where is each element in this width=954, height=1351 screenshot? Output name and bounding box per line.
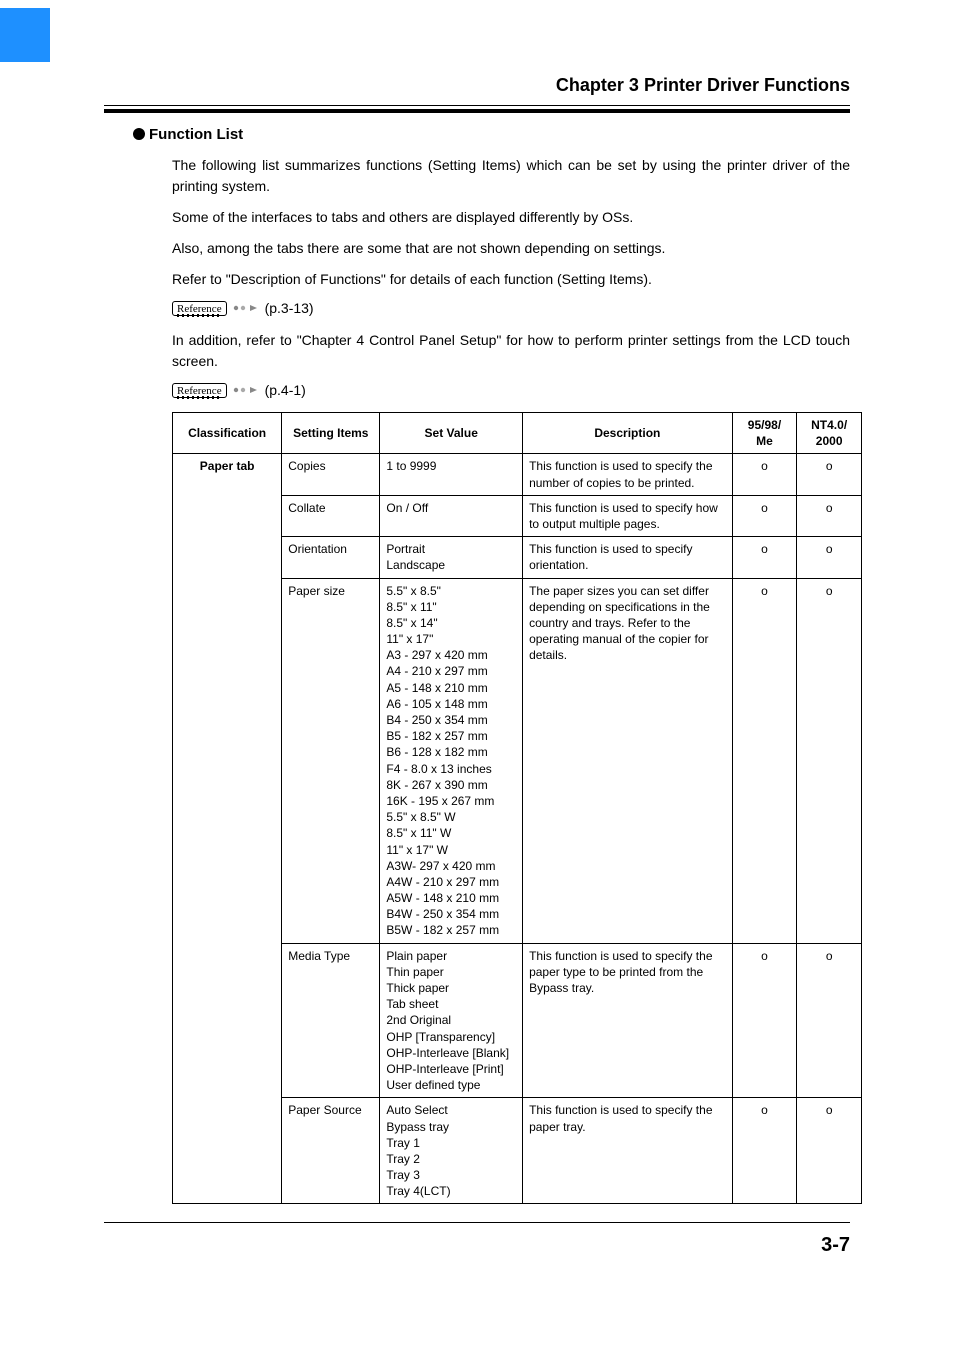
paragraph: Some of the interfaces to tabs and other… xyxy=(172,207,850,228)
os1-cell: o xyxy=(732,454,797,495)
classification-cell: Paper tab xyxy=(173,454,282,1204)
content-area: Function List The following list summari… xyxy=(130,126,850,1204)
header-os2: NT4.0/ 2000 xyxy=(797,413,862,454)
header-os1: 95/98/ Me xyxy=(732,413,797,454)
os1-cell: o xyxy=(732,943,797,1098)
function-table: Classification Setting Items Set Value D… xyxy=(172,412,862,1204)
os1-cell: o xyxy=(732,1098,797,1204)
page: { "chapter_title": "Chapter 3 Printer Dr… xyxy=(0,0,954,1351)
set-value-cell: Auto Select Bypass tray Tray 1 Tray 2 Tr… xyxy=(380,1098,523,1204)
reference-icon: Reference xyxy=(172,383,227,398)
bottom-rule xyxy=(104,1222,850,1223)
header-setting-items: Setting Items xyxy=(282,413,380,454)
paragraph: In addition, refer to "Chapter 4 Control… xyxy=(172,330,850,372)
section-heading: Function List xyxy=(133,126,850,143)
os1-cell: o xyxy=(732,537,797,578)
section-heading-text: Function List xyxy=(149,126,243,143)
os2-cell: o xyxy=(797,495,862,536)
table-header-row: Classification Setting Items Set Value D… xyxy=(173,413,862,454)
reference-page: (p.3-13) xyxy=(265,300,314,316)
os1-cell: o xyxy=(732,495,797,536)
chapter-title: Chapter 3 Printer Driver Functions xyxy=(556,75,850,96)
dots-icon xyxy=(233,303,259,313)
description-cell: This function is used to specify the pap… xyxy=(523,943,733,1098)
setting-item-cell: Collate xyxy=(282,495,380,536)
os2-cell: o xyxy=(797,578,862,943)
header-set-value: Set Value xyxy=(380,413,523,454)
set-value-cell: 5.5" x 8.5" 8.5" x 11" 8.5" x 14" 11" x … xyxy=(380,578,523,943)
setting-item-cell: Media Type xyxy=(282,943,380,1098)
description-cell: The paper sizes you can set differ depen… xyxy=(523,578,733,943)
setting-item-cell: Paper Source xyxy=(282,1098,380,1204)
description-cell: This function is used to specify the num… xyxy=(523,454,733,495)
setting-item-cell: Orientation xyxy=(282,537,380,578)
set-value-cell: On / Off xyxy=(380,495,523,536)
os2-cell: o xyxy=(797,537,862,578)
setting-item-cell: Copies xyxy=(282,454,380,495)
set-value-cell: Portrait Landscape xyxy=(380,537,523,578)
set-value-cell: Plain paper Thin paper Thick paper Tab s… xyxy=(380,943,523,1098)
set-value-cell: 1 to 9999 xyxy=(380,454,523,495)
reference-icon: Reference xyxy=(172,301,227,316)
bullet-icon xyxy=(133,128,145,140)
reference-line: Reference (p.4-1) xyxy=(172,382,850,398)
os2-cell: o xyxy=(797,1098,862,1204)
os1-cell: o xyxy=(732,578,797,943)
os2-cell: o xyxy=(797,943,862,1098)
os2-cell: o xyxy=(797,454,862,495)
reference-line: Reference (p.3-13) xyxy=(172,300,850,316)
dots-icon xyxy=(233,385,259,395)
description-cell: This function is used to specify how to … xyxy=(523,495,733,536)
table-row: Paper tab Copies 1 to 9999 This function… xyxy=(173,454,862,495)
description-cell: This function is used to specify orienta… xyxy=(523,537,733,578)
top-rule xyxy=(104,105,850,113)
paragraph: Refer to "Description of Functions" for … xyxy=(172,269,850,290)
paragraph: Also, among the tabs there are some that… xyxy=(172,238,850,259)
page-number: 3-7 xyxy=(821,1234,850,1257)
setting-item-cell: Paper size xyxy=(282,578,380,943)
paragraph: The following list summarizes functions … xyxy=(172,155,850,197)
chapter-color-tab xyxy=(0,8,50,62)
header-classification: Classification xyxy=(173,413,282,454)
description-cell: This function is used to specify the pap… xyxy=(523,1098,733,1204)
header-description: Description xyxy=(523,413,733,454)
reference-page: (p.4-1) xyxy=(265,382,306,398)
